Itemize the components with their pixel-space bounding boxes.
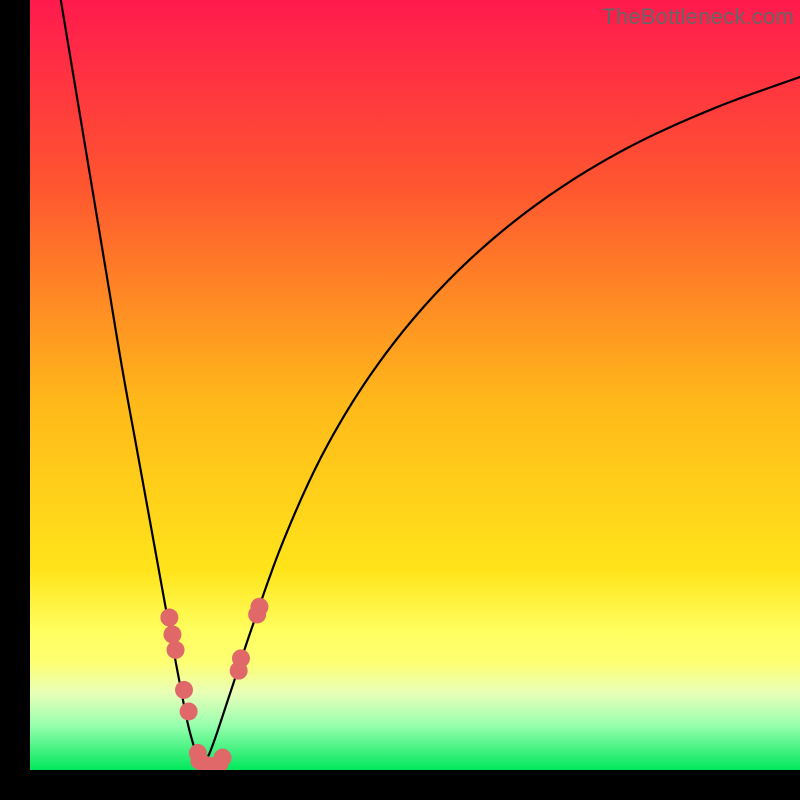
data-marker bbox=[214, 749, 232, 767]
data-marker bbox=[175, 681, 193, 699]
chart-frame: TheBottleneck.com bbox=[30, 0, 800, 770]
data-marker bbox=[180, 702, 198, 720]
data-marker bbox=[163, 625, 181, 643]
gradient-background bbox=[30, 0, 800, 770]
data-marker bbox=[160, 609, 178, 627]
data-marker bbox=[167, 641, 185, 659]
watermark-text: TheBottleneck.com bbox=[602, 4, 794, 30]
chart-canvas bbox=[30, 0, 800, 770]
data-marker bbox=[250, 598, 268, 616]
data-marker bbox=[232, 649, 250, 667]
